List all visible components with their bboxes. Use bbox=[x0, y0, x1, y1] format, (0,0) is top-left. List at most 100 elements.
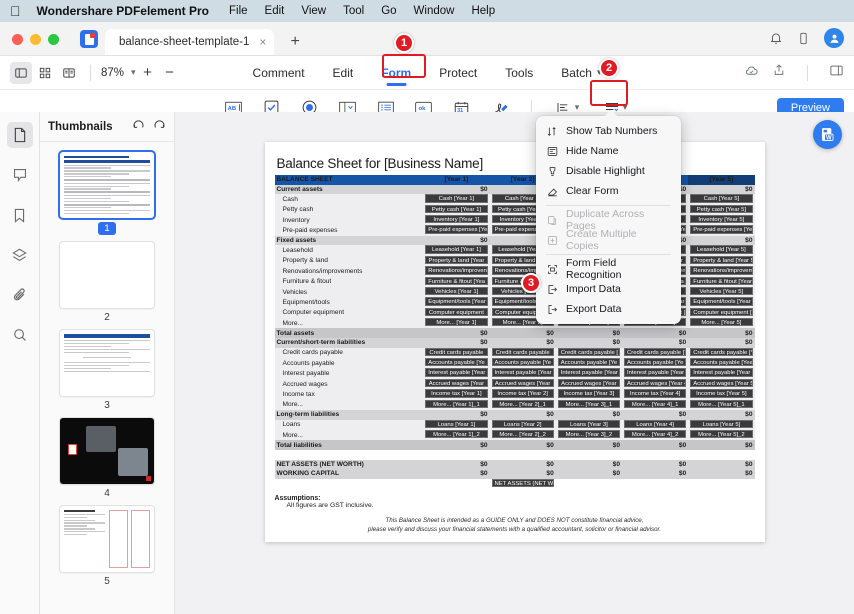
form-field-cell[interactable]: More... [Year 1]_1 bbox=[423, 400, 489, 410]
form-field[interactable]: Renovations/improvements [Year 5] bbox=[690, 266, 752, 274]
tab-tools[interactable]: Tools bbox=[491, 56, 547, 90]
form-field-cell[interactable]: Accrued wages [Year 5] bbox=[688, 379, 754, 389]
document-tab[interactable]: balance-sheet-template-1 × bbox=[105, 29, 274, 55]
menu-window[interactable]: Window bbox=[414, 5, 455, 17]
form-field-cell[interactable]: More... [Year 3]_1 bbox=[556, 400, 622, 410]
form-field-cell[interactable]: Loans [Year 3] bbox=[556, 420, 622, 430]
form-field-cell[interactable]: Inventory [Year 1] bbox=[423, 215, 489, 225]
form-field-cell[interactable]: More... [Year 1] bbox=[423, 318, 489, 328]
form-field-cell[interactable]: Pre-paid expenses [Ye bbox=[423, 225, 489, 235]
bell-icon[interactable] bbox=[769, 31, 783, 45]
list-item[interactable]: 1 bbox=[60, 152, 154, 235]
zoom-in-button[interactable]: + bbox=[138, 64, 158, 81]
form-field-cell[interactable]: More... [Year 4]_1 bbox=[622, 400, 688, 410]
form-field[interactable]: Computer equipment bbox=[425, 308, 487, 316]
form-field[interactable]: Leasehold [Year 1] bbox=[425, 245, 487, 253]
thumbnail-page-3[interactable] bbox=[60, 330, 154, 396]
grid-view-icon[interactable] bbox=[34, 62, 56, 84]
tab-form[interactable]: Form bbox=[367, 56, 425, 90]
form-field[interactable]: Property & land [Year 5] bbox=[690, 256, 752, 264]
form-field-cell[interactable]: Cash [Year 5] bbox=[688, 194, 754, 204]
form-field-cell[interactable]: Credit cards payable bbox=[423, 348, 489, 358]
chevron-down-icon[interactable]: ▾ bbox=[131, 67, 136, 78]
form-field[interactable]: More... [Year 2]_1 bbox=[492, 400, 554, 408]
form-field-cell[interactable]: More... [Year 5] bbox=[688, 318, 754, 328]
form-field[interactable]: More... [Year 1]_1 bbox=[425, 400, 487, 408]
form-field-cell[interactable]: Credit cards payable [ bbox=[556, 348, 622, 358]
form-field-cell[interactable]: Petty cash [Year 5] bbox=[688, 205, 754, 215]
form-field[interactable]: More... [Year 4]_1 bbox=[624, 400, 686, 408]
form-field-cell[interactable]: Leasehold [Year 1] bbox=[423, 245, 489, 255]
form-field-cell[interactable]: Petty cash [Year 1] bbox=[423, 205, 489, 215]
form-field-cell[interactable]: Computer equipment [Year 5] bbox=[688, 308, 754, 318]
form-field-cell[interactable]: Income tax [Year 2] bbox=[490, 389, 556, 399]
zoom-level-label[interactable]: 87% bbox=[101, 67, 124, 79]
form-field[interactable]: Income tax [Year 3] bbox=[558, 389, 620, 397]
form-field-cell[interactable]: Accounts payable [Ye bbox=[556, 358, 622, 368]
form-field[interactable]: Income tax [Year 1] bbox=[425, 389, 487, 397]
menu-item-export-data[interactable]: Export Data bbox=[536, 299, 681, 319]
menu-go[interactable]: Go bbox=[381, 5, 396, 17]
form-field-cell[interactable]: Computer equipment bbox=[423, 308, 489, 318]
menu-item-disable-highlight[interactable]: Disable Highlight bbox=[536, 161, 681, 181]
form-field[interactable]: Loans [Year 4] bbox=[624, 420, 686, 428]
list-item[interactable]: 5 bbox=[60, 506, 154, 587]
thumbnail-page-5[interactable] bbox=[60, 506, 154, 572]
form-field[interactable]: Accounts payable [Year 5] bbox=[690, 358, 752, 366]
form-field-cell[interactable]: Loans [Year 1] bbox=[423, 420, 489, 430]
form-field-cell[interactable]: Income tax [Year 3] bbox=[556, 389, 622, 399]
form-field-cell[interactable]: More... [Year 2]_2 bbox=[490, 430, 556, 440]
form-field-cell[interactable]: Income tax [Year 1] bbox=[423, 389, 489, 399]
form-field-cell[interactable]: More... [Year 5]_1 bbox=[688, 400, 754, 410]
form-field[interactable]: Petty cash [Year 1] bbox=[425, 205, 487, 213]
form-field-cell[interactable]: Inventory [Year 5] bbox=[688, 215, 754, 225]
form-field[interactable]: Furniture & fitout [Yea bbox=[425, 277, 487, 285]
form-field[interactable]: Income tax [Year 5] bbox=[690, 389, 752, 397]
form-field[interactable]: Equipment/tools [Year 5] bbox=[690, 297, 752, 305]
form-field-cell[interactable]: Accrued wages [Year bbox=[490, 379, 556, 389]
form-options-menu[interactable]: Show Tab Numbers Hide Name Disable Highl… bbox=[536, 116, 681, 324]
form-field-cell[interactable]: Credit cards payable [Ye bbox=[622, 348, 688, 358]
pdf-to-word-icon[interactable]: W bbox=[813, 120, 842, 149]
form-field[interactable]: Furniture & fitout [Year 5] bbox=[690, 277, 752, 285]
form-field-cell[interactable]: Cash [Year 1] bbox=[423, 194, 489, 204]
comment-icon[interactable] bbox=[7, 162, 33, 188]
form-field-cell[interactable]: Loans [Year 4] bbox=[622, 420, 688, 430]
form-field-cell[interactable]: Vehicles [Year 5] bbox=[688, 287, 754, 297]
form-field[interactable]: Accounts payable [Ye bbox=[558, 358, 620, 366]
thumbnail-page-1[interactable] bbox=[60, 152, 154, 218]
bookmark-icon[interactable] bbox=[7, 202, 33, 228]
form-field-cell[interactable]: Renovations/improvements [Year 5] bbox=[688, 266, 754, 276]
form-field[interactable]: More... [Year 5]_1 bbox=[690, 400, 752, 408]
form-field[interactable]: Cash [Year 1] bbox=[425, 194, 487, 202]
form-field-cell[interactable]: Accrued wages [Year bbox=[423, 379, 489, 389]
share-icon[interactable] bbox=[772, 63, 786, 82]
form-field-cell[interactable]: Accrued wages [Year 4 bbox=[622, 379, 688, 389]
tab-edit[interactable]: Edit bbox=[319, 56, 368, 90]
form-field-cell[interactable]: More... [Year 2]_1 bbox=[490, 400, 556, 410]
form-field-cell[interactable]: Income tax [Year 4] bbox=[622, 389, 688, 399]
form-field[interactable]: More... [Year 5]_2 bbox=[690, 430, 752, 438]
form-field-cell[interactable]: Interest payable [Year bbox=[622, 368, 688, 378]
form-field-cell[interactable]: Accounts payable [Ye bbox=[490, 358, 556, 368]
form-field[interactable]: More... [Year 1] bbox=[425, 318, 487, 326]
form-field[interactable]: Accrued wages [Year 4 bbox=[624, 379, 686, 387]
menu-item-hide-name[interactable]: Hide Name bbox=[536, 141, 681, 161]
form-field[interactable]: Equipment/tools [Year bbox=[425, 297, 487, 305]
form-field-cell[interactable]: Loans [Year 2] bbox=[490, 420, 556, 430]
form-field[interactable]: Interest payable [Year bbox=[624, 368, 686, 376]
form-field-cell[interactable]: Accounts payable [Year 5] bbox=[688, 358, 754, 368]
form-field[interactable]: Inventory [Year 5] bbox=[690, 215, 752, 223]
form-field[interactable]: Loans [Year 2] bbox=[492, 420, 554, 428]
form-field[interactable]: More... [Year 4]_2 bbox=[624, 430, 686, 438]
menu-item-clear-form[interactable]: Clear Form bbox=[536, 181, 681, 201]
app-name-label[interactable]: Wondershare PDFelement Pro bbox=[37, 4, 210, 18]
form-field-cell[interactable]: Vehicles [Year 1] bbox=[423, 287, 489, 297]
form-field[interactable]: Cash [Year 5] bbox=[690, 194, 752, 202]
list-item[interactable]: 4 bbox=[60, 418, 154, 499]
form-field[interactable]: Interest payable [Year bbox=[425, 368, 487, 376]
new-tab-icon[interactable]: + bbox=[290, 33, 299, 51]
form-field[interactable]: Interest payable [Year bbox=[492, 368, 554, 376]
page-layout-icon[interactable] bbox=[58, 62, 80, 84]
thumbnail-page-2[interactable] bbox=[60, 242, 154, 308]
